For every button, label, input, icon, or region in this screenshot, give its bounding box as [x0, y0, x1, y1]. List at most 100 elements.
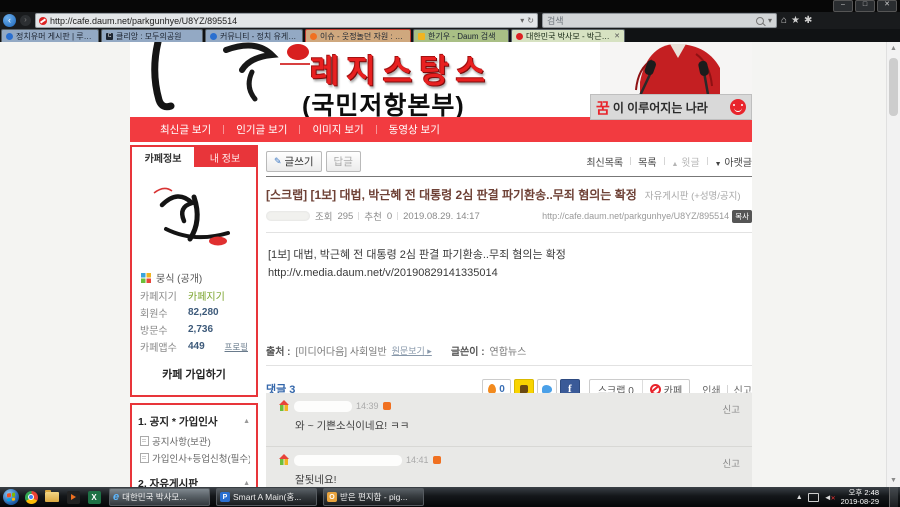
- stat-value: 2,736: [188, 324, 214, 335]
- sidebar-tabs: 카페정보 내 정보: [132, 147, 256, 167]
- volume-muted-icon[interactable]: ◄ ✕: [824, 493, 836, 502]
- maximize-button[interactable]: □: [855, 0, 875, 12]
- cafe-logo: [132, 167, 256, 267]
- scroll-up-icon[interactable]: ▲: [887, 42, 900, 55]
- board-item[interactable]: 공지사항(보관): [138, 431, 250, 448]
- next-post-label: 아랫글: [724, 157, 752, 169]
- toolbar-links: 최신목록 목록 ▲ 윗글 ▼ 아랫글: [586, 154, 752, 169]
- tools-icon[interactable]: ✱: [804, 15, 812, 26]
- search-input[interactable]: 검색: [547, 14, 752, 27]
- report-comment-link[interactable]: 신고: [723, 402, 740, 416]
- comment-time: 14:41: [406, 455, 429, 465]
- forward-button[interactable]: ›: [20, 15, 31, 26]
- site-favicon: [39, 16, 47, 25]
- browser-tab[interactable]: 이슈 - 웃정놀던 자원 : 다음뉴스: [305, 29, 411, 42]
- scroll-down-icon[interactable]: ▼: [887, 474, 900, 487]
- search-icon[interactable]: [755, 16, 764, 25]
- cafe-nav: 최신글 보기 인기글 보기 이미지 보기 동영상 보기: [130, 117, 752, 142]
- tab-close-icon[interactable]: ✕: [614, 32, 620, 40]
- taskbar-window-ie[interactable]: e 대한민국 박사모...: [109, 488, 210, 506]
- prev-post-link[interactable]: ▲ 윗글: [672, 154, 700, 169]
- menu-section[interactable]: 1. 공지 * 가입인사 ▲: [138, 411, 250, 431]
- minimize-button[interactable]: –: [833, 0, 853, 12]
- join-cafe-button[interactable]: 카페 가입하기: [132, 355, 256, 395]
- author-name-blurred[interactable]: [266, 211, 310, 221]
- browser-tab[interactable]: 커뮤니티 - 정치 유게(북유게) ..: [205, 29, 303, 42]
- show-desktop-button[interactable]: [889, 487, 898, 507]
- favorites-icon[interactable]: ★: [791, 15, 800, 26]
- explorer-folder-icon[interactable]: [44, 489, 60, 505]
- prev-post-label: 윗글: [681, 157, 700, 169]
- address-bar[interactable]: http://cafe.daum.net/parkgunhye/U8YZ/895…: [35, 13, 538, 28]
- stat-value: 82,280: [188, 307, 219, 318]
- address-dropdown-icon[interactable]: ▾: [520, 16, 524, 25]
- collapse-icon[interactable]: ▲: [243, 480, 250, 487]
- taskbar-window-label: 받은 편지함 - pig...: [340, 492, 408, 502]
- next-post-link[interactable]: ▼ 아랫글: [715, 154, 752, 169]
- browser-tab[interactable]: C 클리앙 : 모두의공원: [101, 29, 203, 42]
- write-post-button[interactable]: ✎ 글쓰기: [266, 150, 322, 172]
- post-body-link[interactable]: http://v.media.daum.net/v/20190829141335…: [268, 264, 750, 282]
- reply-button[interactable]: 답글: [325, 150, 361, 172]
- menu-section[interactable]: 2. 자유게시판 ▲: [138, 473, 250, 487]
- profile-link[interactable]: 프로필: [225, 341, 248, 353]
- back-button[interactable]: ‹: [3, 14, 16, 27]
- commenter-name-blurred[interactable]: [294, 400, 352, 412]
- latest-list-link[interactable]: 최신목록: [586, 154, 623, 169]
- report-comment-link[interactable]: 신고: [723, 456, 740, 470]
- taskbar-clock[interactable]: 오후 2:48 2019-08-29: [841, 488, 879, 507]
- cafe-sidebar: 카페정보 내 정보 뭉식 (공개) 카페지기 카페지기 회원수 82,280 방…: [130, 145, 258, 487]
- kakaostory-icon: [519, 385, 528, 393]
- source-row: 출처 : [미디어다음] 사회일반 원문보기 ▸ 글쓴이 : 연합뉴스: [266, 338, 752, 365]
- browser-tab[interactable]: 정치유머 게시판 | 루리웹: [1, 29, 99, 42]
- list-link[interactable]: 목록: [638, 154, 656, 169]
- start-button[interactable]: [3, 489, 19, 505]
- browser-tab[interactable]: 한기우 - Daum 검색: [413, 29, 509, 42]
- search-dropdown-icon[interactable]: ▾: [768, 16, 772, 25]
- taskbar-window-smart-a[interactable]: P Smart A Main(홈...: [216, 488, 317, 506]
- nav-popular-posts[interactable]: 인기글 보기: [224, 122, 299, 137]
- browser-tab-active[interactable]: 대한민국 박사모 - 박근혜... ✕: [511, 29, 625, 42]
- media-player-icon[interactable]: [65, 489, 81, 505]
- source-board: [미디어다음] 사회일반: [295, 347, 387, 358]
- cafe-page: 레지스탕스 (국민저항본부) 꿈 이 이루어지는 나라 최신글 보기 인기글 보…: [130, 42, 752, 487]
- network-icon[interactable]: [807, 492, 819, 502]
- comment-text: 와 ~ 기쁜소식이네요! ㅋㅋ: [295, 420, 410, 432]
- board-item[interactable]: 가입인사+등업신청(필수): [138, 448, 250, 465]
- menu-section-title: 2. 자유게시판: [138, 478, 198, 487]
- post-body-line: [1보] 대법, 박근혜 전 대통령 2심 판결 파기환송..무죄 혐의는 확정: [268, 249, 566, 261]
- nav-latest-posts[interactable]: 최신글 보기: [148, 122, 223, 137]
- collapse-icon[interactable]: ▲: [243, 418, 250, 425]
- tab-cafe-info[interactable]: 카페정보: [132, 147, 194, 167]
- scrollbar-thumb[interactable]: [889, 58, 898, 116]
- search-box[interactable]: 검색 ▾: [542, 13, 777, 28]
- write-post-label: 글쓰기: [284, 155, 314, 168]
- refresh-icon[interactable]: ↻: [527, 16, 534, 25]
- stat-label: 카페지기: [140, 292, 177, 303]
- tab-my-info[interactable]: 내 정보: [194, 147, 256, 167]
- commenter-name-blurred[interactable]: [294, 454, 402, 466]
- nav-videos[interactable]: 동영상 보기: [377, 122, 452, 137]
- nav-images[interactable]: 이미지 보기: [300, 122, 375, 137]
- smart-a-icon: P: [220, 492, 230, 502]
- view-original-link[interactable]: 원문보기 ▸: [392, 344, 432, 357]
- tab-label: 정치유머 게시판 | 루리웹: [16, 31, 94, 41]
- chrome-icon[interactable]: [23, 489, 39, 505]
- calligraphy-art: [151, 42, 310, 111]
- clock-time: 오후 2:48: [848, 487, 879, 497]
- post-title-row: [스크랩] [1보] 대법, 박근혜 전 대통령 2심 판결 파기환송..무죄 …: [266, 177, 752, 206]
- excel-icon[interactable]: X: [86, 489, 102, 505]
- post-meta-row: 조회 295 추천 0 2019.08.29. 14:17 http://caf…: [266, 206, 752, 232]
- cafe-owner-link[interactable]: 카페지기: [188, 288, 225, 303]
- taskbar-window-outlook[interactable]: O 받은 편지함 - pig...: [323, 488, 424, 506]
- home-icon[interactable]: ⌂: [781, 15, 787, 26]
- page-scrollbar[interactable]: ▲ ▼: [886, 42, 900, 487]
- stat-label: 방문수: [140, 326, 168, 337]
- close-button[interactable]: ✕: [877, 0, 897, 12]
- hidden-icons-arrow[interactable]: ▲: [796, 494, 803, 501]
- url-text[interactable]: http://cafe.daum.net/parkgunhye/U8YZ/895…: [50, 16, 517, 26]
- copy-url-button[interactable]: 복사: [732, 209, 752, 223]
- tab-favicon: [6, 32, 13, 40]
- slogan-badge: 꿈 이 이루어지는 나라: [590, 94, 752, 120]
- post-board-link[interactable]: 자유게시판 (+성명/공지): [645, 188, 741, 202]
